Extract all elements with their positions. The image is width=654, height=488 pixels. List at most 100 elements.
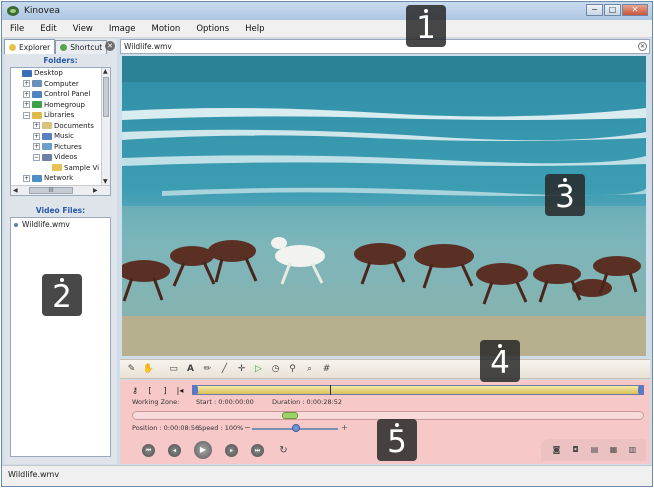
tree-row[interactable]: Desktop bbox=[11, 68, 110, 79]
scroll-right-arrow-icon[interactable]: ▶ bbox=[93, 187, 98, 194]
tree-row[interactable]: + Control Panel bbox=[11, 89, 110, 100]
angle-icon[interactable]: ▷ bbox=[253, 364, 264, 375]
scroll-up-arrow-icon[interactable]: ▲ bbox=[103, 68, 108, 75]
hand-icon[interactable]: ✋ bbox=[143, 364, 154, 375]
maximize-button[interactable]: □ bbox=[604, 4, 621, 16]
tree-row[interactable]: + Network bbox=[11, 173, 110, 184]
next-frame-button[interactable]: ▸ bbox=[225, 443, 238, 457]
cross-icon[interactable]: ✛ bbox=[236, 364, 247, 375]
add-keyframe-icon[interactable]: ✎ bbox=[126, 364, 137, 375]
pencil-icon[interactable]: ✏ bbox=[202, 364, 213, 375]
previous-frame-button[interactable]: ◂ bbox=[168, 443, 181, 457]
tree-horizontal-scrollbar[interactable]: ◀ III ▶ bbox=[11, 185, 110, 195]
tab-shortcut[interactable]: Shortcut bbox=[55, 40, 108, 54]
close-panel-icon[interactable]: ✕ bbox=[105, 41, 115, 51]
folder-icon bbox=[42, 122, 52, 130]
folder-icon bbox=[42, 153, 52, 161]
folder-icon bbox=[32, 101, 42, 109]
tab-explorer[interactable]: Explorer bbox=[4, 39, 56, 54]
folder-icon bbox=[42, 143, 52, 151]
loop-icon[interactable]: ↻ bbox=[277, 444, 290, 457]
tree-row[interactable]: + Music bbox=[11, 131, 110, 142]
menu-file[interactable]: File bbox=[2, 24, 32, 34]
speed-decrease-icon[interactable]: − bbox=[244, 423, 251, 432]
zoom-icon[interactable]: ⌕ bbox=[304, 364, 315, 375]
file-explorer-panel: Explorer Shortcut ✕ Folders: Desktop + Com… bbox=[4, 39, 117, 464]
speed-slider-knob[interactable] bbox=[292, 424, 300, 432]
menu-image[interactable]: Image bbox=[101, 24, 144, 34]
menu-motion[interactable]: Motion bbox=[144, 24, 189, 34]
working-zone-buttons: ⚷ [ ] |◂ bbox=[130, 386, 190, 395]
timeline-end-handle[interactable] bbox=[638, 385, 644, 395]
scroll-left-arrow-icon[interactable]: ◀ bbox=[13, 187, 18, 194]
tree-expander-icon[interactable]: − bbox=[33, 153, 40, 161]
first-frame-button[interactable]: ⏮ bbox=[142, 443, 155, 457]
tree-expander-icon[interactable]: + bbox=[23, 174, 30, 182]
tree-row[interactable]: + Computer bbox=[11, 79, 110, 90]
tree-vertical-scrollbar[interactable]: ▲ ▼ bbox=[101, 68, 110, 186]
text-icon[interactable]: A bbox=[185, 364, 196, 375]
tree-row[interactable]: + Documents bbox=[11, 121, 110, 132]
tree-expander-icon[interactable]: + bbox=[23, 101, 30, 109]
badge-4: 4 bbox=[480, 340, 520, 382]
tree-row-label: Control Panel bbox=[44, 90, 91, 99]
tree-vscroll-thumb[interactable] bbox=[103, 77, 109, 117]
export-buttons: ◙ ◘ ▤ ▦ ▥ bbox=[541, 439, 646, 461]
tree-row[interactable]: + Homegroup bbox=[11, 100, 110, 111]
video-file-item[interactable]: Wildlife.wmv bbox=[14, 220, 107, 229]
save-video-icon[interactable]: ▤ bbox=[589, 445, 600, 455]
save-rhythm-icon[interactable]: ▦ bbox=[608, 445, 619, 455]
grid-icon[interactable]: # bbox=[321, 364, 332, 375]
tree-expander-icon[interactable]: + bbox=[33, 122, 40, 130]
tree-row[interactable]: Sample Vi bbox=[11, 163, 110, 174]
tree-expander-icon[interactable]: + bbox=[23, 80, 30, 88]
tree-hscroll-thumb[interactable]: III bbox=[29, 187, 73, 194]
folder-tree[interactable]: Desktop + Computer + Control Panel + Homegroup… bbox=[10, 67, 111, 196]
tree-expander-icon[interactable]: − bbox=[23, 111, 30, 119]
lock-zone-icon[interactable]: ⚷ bbox=[130, 386, 140, 395]
tree-expander-icon[interactable]: + bbox=[33, 143, 40, 151]
drawing-toolbar: ✎ ✋ ▭ A ✏ ╱ ✛ ▷ ◷ ⚲ ⌕ # bbox=[120, 359, 650, 379]
tab-shortcut-label: Shortcut bbox=[70, 43, 103, 52]
timeline-start-handle[interactable] bbox=[192, 385, 198, 395]
zone-end-icon[interactable]: ] bbox=[160, 386, 170, 395]
tree-row[interactable]: − Libraries bbox=[11, 110, 110, 121]
zone-start-icon[interactable]: [ bbox=[145, 386, 155, 395]
screen-file-name: Wildlife.wmv bbox=[124, 42, 172, 51]
tree-expander-icon[interactable]: + bbox=[23, 90, 30, 98]
chrono-icon[interactable]: ◷ bbox=[270, 364, 281, 375]
frame-tracker-thumb[interactable] bbox=[282, 412, 298, 419]
explorer-icon bbox=[9, 43, 16, 51]
status-bar: Wildlife.wmv bbox=[2, 465, 652, 486]
tree-row-label: Music bbox=[54, 132, 74, 141]
play-button[interactable]: ▶ bbox=[194, 441, 212, 459]
menu-options[interactable]: Options bbox=[188, 24, 237, 34]
line-icon[interactable]: ╱ bbox=[219, 364, 230, 375]
tree-row-label: Network bbox=[44, 174, 74, 183]
menu-view[interactable]: View bbox=[65, 24, 101, 34]
last-frame-button[interactable]: ⏭ bbox=[251, 443, 264, 457]
tab-explorer-label: Explorer bbox=[19, 42, 51, 52]
multi-snapshot-icon[interactable]: ◘ bbox=[570, 445, 581, 455]
speed-increase-icon[interactable]: + bbox=[341, 423, 348, 432]
tree-expander-icon[interactable]: + bbox=[33, 132, 40, 140]
comment-icon[interactable]: ▭ bbox=[168, 364, 179, 375]
menu-help[interactable]: Help bbox=[237, 24, 272, 34]
snapshot-icon[interactable]: ◙ bbox=[551, 445, 562, 455]
minimize-button[interactable]: − bbox=[586, 4, 603, 16]
close-button[interactable]: ✕ bbox=[622, 4, 648, 16]
explorer-tabs: Explorer Shortcut ✕ bbox=[4, 39, 117, 54]
scroll-down-arrow-icon[interactable]: ▼ bbox=[103, 178, 108, 185]
tree-row-label: Homegroup bbox=[44, 100, 86, 109]
tree-row[interactable]: − Videos bbox=[11, 152, 110, 163]
zone-reset-icon[interactable]: |◂ bbox=[175, 386, 185, 395]
working-zone-timeline[interactable] bbox=[192, 385, 644, 395]
folder-icon bbox=[32, 111, 42, 119]
video-files-list: Wildlife.wmv bbox=[10, 217, 111, 457]
timeline-cursor[interactable] bbox=[330, 385, 331, 395]
magnifier-icon[interactable]: ⚲ bbox=[287, 364, 298, 375]
tree-row[interactable]: + Pictures bbox=[11, 142, 110, 153]
close-screen-icon[interactable]: ✕ bbox=[638, 42, 647, 51]
save-diaporama-icon[interactable]: ▥ bbox=[627, 445, 638, 455]
menu-edit[interactable]: Edit bbox=[32, 24, 64, 34]
